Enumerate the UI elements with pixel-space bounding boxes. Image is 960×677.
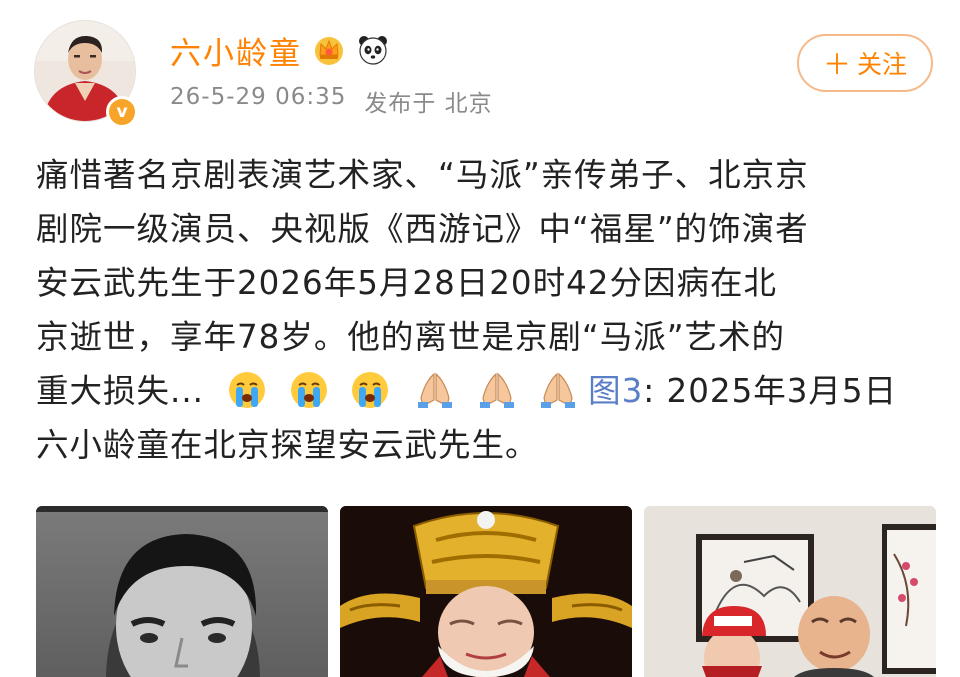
verified-v-icon: v (106, 96, 138, 128)
username[interactable]: 六小龄童 (170, 28, 302, 73)
folded-hands-icon (418, 372, 453, 408)
crying-face-icon (229, 372, 266, 408)
post-text-segment: 重大损失... (36, 372, 204, 410)
follow-label: 关注 (857, 50, 908, 79)
vip-crown-icon[interactable] (312, 33, 346, 67)
folded-hands-icon (479, 372, 514, 408)
weibo-post: v 六小龄童 26-5-29 06:35 发布于 北京 ＋ 关注 痛惜著名京剧表… (0, 0, 960, 677)
post-text-line: 京逝世，享年78岁。他的离世是京剧“马派”艺术的 (36, 318, 786, 356)
post-text-line: 剧院一级演员、央视版《西游记》中“福星”的饰演者 (36, 210, 809, 248)
plus-icon: ＋ (822, 48, 851, 81)
crying-face-icon (352, 372, 389, 408)
post-text-line-5: 重大损失... 图3: 2025年3月5日 (36, 364, 926, 418)
portrait-photo[interactable] (36, 506, 328, 677)
post-meta: 26-5-29 06:35 发布于 北京 (170, 84, 493, 118)
post-text-line: 安云武先生于2026年5月28日20时42分因病在北 (36, 264, 777, 302)
username-row: 六小龄童 (170, 26, 390, 74)
fuxing-costume-photo[interactable] (340, 506, 632, 677)
panda-icon[interactable] (356, 33, 390, 67)
picture-link[interactable]: 图3 (588, 372, 643, 410)
visit-photo[interactable] (644, 506, 936, 677)
follow-button[interactable]: ＋ 关注 (797, 34, 933, 92)
avatar-container[interactable]: v (34, 20, 138, 128)
crying-face-icon (290, 372, 327, 408)
post-timestamp: 26-5-29 06:35 (170, 84, 347, 110)
folded-hands-icon (541, 372, 576, 408)
post-text-line: 六小龄童在北京探望安云武先生。 (36, 426, 539, 464)
post-text-line: 痛惜著名京剧表演艺术家、“马派”亲传弟子、北京京 (36, 156, 809, 194)
post-location: 发布于 北京 (364, 91, 493, 117)
post-text-segment: : 2025年3月5日 (643, 372, 898, 410)
post-text: 痛惜著名京剧表演艺术家、“马派”亲传弟子、北京京 剧院一级演员、央视版《西游记》… (36, 148, 926, 472)
